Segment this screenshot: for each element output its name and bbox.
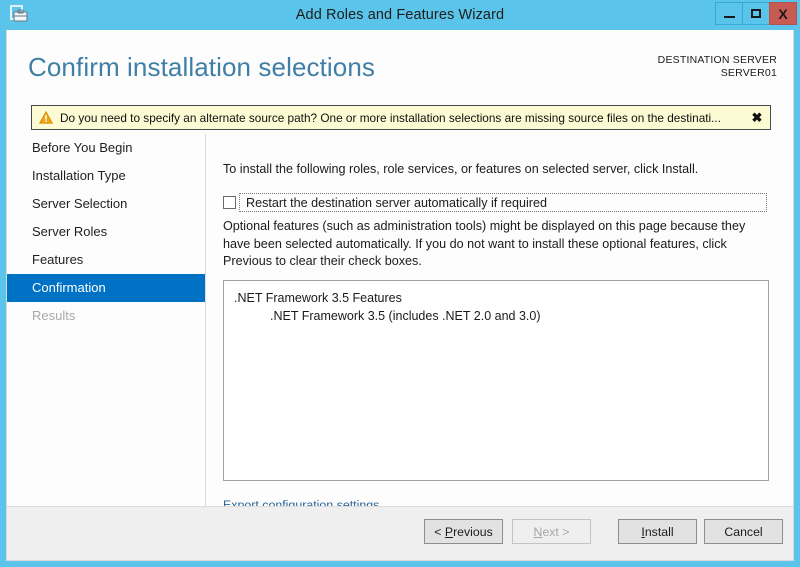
nav-divider: [205, 134, 206, 522]
restart-checkbox-row: Restart the destination server automatic…: [223, 192, 767, 213]
list-item: .NET Framework 3.5 Features: [234, 291, 402, 305]
wizard-steps-nav: Before You Begin Installation Type Serve…: [7, 134, 205, 522]
cancel-button[interactable]: Cancel: [704, 519, 783, 544]
warning-close-icon[interactable]: ✖: [744, 110, 770, 126]
sidebar-item-label: Server Roles: [32, 224, 108, 239]
restart-checkbox-label[interactable]: Restart the destination server automatic…: [246, 196, 547, 210]
sidebar-item-label: Server Selection: [32, 196, 128, 211]
install-button-label: Install: [641, 524, 674, 539]
sidebar-item-label: Features: [32, 252, 84, 267]
sidebar-item-label: Results: [32, 308, 76, 323]
intro-text: To install the following roles, role ser…: [223, 162, 699, 176]
sidebar-item-label: Confirmation: [32, 280, 106, 295]
caption-buttons: X: [715, 2, 797, 25]
wizard-client-area: Confirm installation selections DESTINAT…: [6, 30, 794, 561]
cancel-button-label: Cancel: [724, 524, 763, 539]
close-icon: X: [778, 5, 788, 22]
wizard-header: Confirm installation selections DESTINAT…: [7, 30, 793, 98]
sidebar-item-server-roles[interactable]: Server Roles: [7, 218, 205, 246]
warning-message: Do you need to specify an alternate sour…: [60, 110, 721, 125]
next-button-label: Next >: [533, 524, 570, 539]
window-title: Add Roles and Features Wizard: [295, 7, 505, 23]
warning-triangle-icon: [39, 111, 53, 124]
previous-button[interactable]: < Previous: [424, 519, 503, 544]
wizard-window: Add Roles and Features Wizard X Confirm …: [0, 0, 800, 567]
next-button: Next >: [512, 519, 591, 544]
maximize-button[interactable]: [742, 2, 770, 25]
minimize-button[interactable]: [715, 2, 743, 25]
warning-banner: Do you need to specify an alternate sour…: [31, 105, 771, 130]
previous-button-label: < Previous: [434, 524, 493, 539]
sidebar-item-before-you-begin[interactable]: Before You Begin: [7, 134, 205, 162]
destination-server-label: DESTINATION SERVER: [657, 54, 777, 66]
list-item: .NET Framework 3.5 (includes .NET 2.0 an…: [270, 309, 541, 323]
title-bar: Add Roles and Features Wizard X: [0, 0, 800, 30]
sidebar-item-results: Results: [7, 302, 205, 330]
restart-focus-outline: Restart the destination server automatic…: [239, 193, 767, 212]
sidebar-item-confirmation[interactable]: Confirmation: [7, 274, 205, 302]
destination-server-name: SERVER01: [720, 67, 777, 79]
maximize-icon: [751, 9, 761, 18]
wizard-footer: < Previous Next > Install Cancel: [7, 507, 793, 560]
destination-server-info: DESTINATION SERVER SERVER01: [658, 54, 777, 80]
selected-features-listbox[interactable]: .NET Framework 3.5 Features .NET Framewo…: [223, 280, 769, 481]
sidebar-item-features[interactable]: Features: [7, 246, 205, 274]
page-title: Confirm installation selections: [28, 52, 376, 82]
close-button[interactable]: X: [769, 2, 797, 25]
minimize-icon: [723, 15, 735, 18]
optional-features-text: Optional features (such as administratio…: [223, 219, 746, 268]
sidebar-item-label: Before You Begin: [32, 140, 133, 155]
sidebar-item-server-selection[interactable]: Server Selection: [7, 190, 205, 218]
sidebar-item-label: Installation Type: [32, 168, 126, 183]
install-button[interactable]: Install: [618, 519, 697, 544]
sidebar-item-installation-type[interactable]: Installation Type: [7, 162, 205, 190]
restart-checkbox[interactable]: [223, 196, 236, 209]
